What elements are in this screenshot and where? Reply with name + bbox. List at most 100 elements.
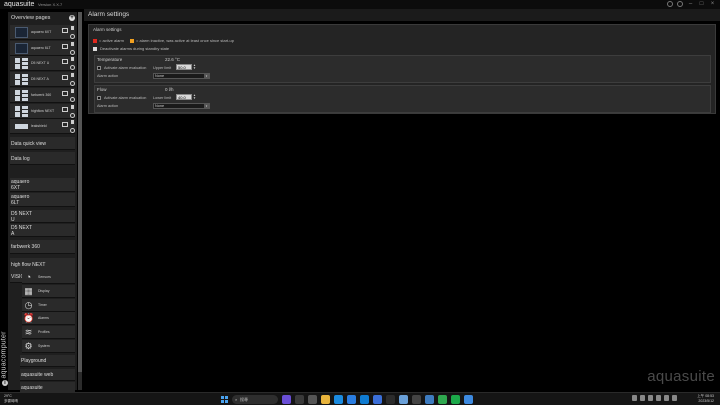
minimize-button[interactable]: – [687, 1, 694, 7]
gear-icon[interactable] [70, 128, 75, 134]
limit-input[interactable]: 40.0 [176, 94, 192, 100]
lock-icon[interactable] [71, 41, 74, 46]
help-icon[interactable] [667, 1, 673, 7]
gear-icon[interactable] [70, 34, 75, 39]
overview-page-item[interactable]: aquaero 6LT [10, 40, 75, 56]
line-icon[interactable] [451, 395, 460, 404]
activate-alarm-checkbox[interactable] [97, 96, 101, 100]
overview-pages-header[interactable]: Overview pages + [8, 12, 77, 24]
tool-item[interactable]: ≋ Profiles [22, 326, 75, 340]
overview-page-item[interactable]: D5 NEXT A [10, 72, 75, 88]
chat-icon[interactable] [308, 395, 317, 404]
lock-icon[interactable] [71, 120, 74, 125]
limit-stepper[interactable]: ▲ ▼ [193, 64, 196, 70]
sidebar-nav-item[interactable]: D5 NEXT A [10, 224, 75, 237]
lock-icon[interactable] [71, 104, 74, 109]
gear-icon[interactable] [70, 65, 75, 71]
section-current-value: 22.6 °C [165, 57, 181, 62]
tray-icon-5[interactable] [664, 395, 669, 401]
sidebar-nav-item[interactable]: aquaero 6XT [10, 178, 75, 192]
clock[interactable]: 上午 08:53 2023/5/12 [697, 394, 714, 404]
gear-icon[interactable] [70, 49, 75, 55]
alarm-action-select[interactable]: None ▾ [153, 103, 210, 109]
app-icon-6[interactable] [438, 395, 447, 404]
tray-icon-4[interactable] [656, 395, 661, 401]
sidebar-bottom-item[interactable]: Playground [20, 355, 75, 367]
lock-icon[interactable] [71, 26, 74, 30]
tray-icon-6[interactable] [672, 395, 677, 401]
activate-alarm-checkbox[interactable] [97, 66, 101, 70]
overview-page-label: aquaero 6XT [31, 30, 52, 34]
lock-icon[interactable] [71, 73, 74, 78]
alarm-legend: = active alarm = alarm inactive, was act… [93, 38, 240, 43]
brand-text: aquacomputer [0, 331, 8, 379]
tray-icon-1[interactable] [632, 395, 637, 401]
store-icon[interactable] [347, 395, 356, 404]
mail-icon[interactable] [360, 395, 369, 404]
file-explorer-icon[interactable] [321, 395, 330, 404]
info-icon[interactable]: i [2, 380, 8, 386]
monitor-icon[interactable] [62, 90, 68, 96]
monitor-icon[interactable] [62, 75, 68, 81]
widgets-icon[interactable] [295, 395, 304, 404]
overview-page-item[interactable]: leakshield [10, 119, 75, 135]
app-icon-4[interactable] [412, 395, 421, 404]
task-view-icon[interactable] [282, 395, 291, 404]
settings-icon[interactable] [677, 1, 683, 7]
tool-item[interactable]: ⏰ Alarms [22, 312, 75, 326]
sidebar-nav-item[interactable]: aquaero 6LT [10, 193, 75, 207]
limit-input[interactable]: 50.0 [176, 64, 192, 70]
tool-item[interactable]: ▦ Display [22, 284, 75, 298]
overview-page-item[interactable]: farbwerk 360 [10, 87, 75, 103]
tray-icon-3[interactable] [648, 395, 653, 401]
gear-icon: ⚙ [24, 341, 33, 351]
tool-item[interactable]: ⚙ System [22, 340, 75, 353]
monitor-icon[interactable] [62, 28, 68, 33]
weather-widget[interactable]: 29°C 多雲時晴 [4, 394, 18, 404]
legend-active-text: = active alarm [99, 38, 125, 43]
app-icon-7[interactable] [464, 395, 473, 404]
sidebar-bottom-item[interactable]: aquasuite web [20, 368, 75, 381]
taskbar-search[interactable]: ⌕ 搜尋 [232, 395, 278, 404]
app-icon-2[interactable] [386, 395, 395, 404]
sidebar-nav-item[interactable]: D5 NEXT U [10, 210, 75, 223]
deactivate-standby-checkbox[interactable] [93, 46, 97, 51]
maximize-button[interactable]: □ [698, 1, 705, 7]
start-button[interactable] [221, 396, 228, 403]
activate-alarm-option[interactable]: Activate alarm evaluation [97, 96, 146, 100]
sidebar-nav-item[interactable]: Data quick view [10, 137, 75, 150]
deactivate-standby-option[interactable]: Deactivate alarms during standby state [93, 46, 169, 51]
app-icon-5[interactable] [425, 395, 434, 404]
monitor-icon[interactable] [62, 106, 68, 112]
overview-page-item[interactable]: highflow NEXT [10, 103, 75, 119]
lock-icon[interactable] [71, 57, 74, 62]
tool-item[interactable]: ◷ Timer [22, 298, 75, 312]
activate-alarm-label: Activate alarm evaluation [104, 96, 147, 100]
monitor-icon[interactable] [62, 59, 68, 65]
section-title: Temperature [97, 57, 123, 62]
activate-alarm-option[interactable]: Activate alarm evaluation [97, 66, 146, 70]
limit-stepper[interactable]: ▲ ▼ [193, 94, 196, 100]
chevron-down-icon: ▾ [204, 104, 209, 109]
scrollbar-thumb[interactable] [78, 12, 82, 372]
sidebar-scrollbar[interactable] [78, 12, 82, 390]
app-icon-1[interactable] [373, 395, 382, 404]
gear-icon[interactable] [70, 96, 75, 102]
sidebar-nav-item[interactable]: Data log [10, 152, 75, 165]
overview-page-item[interactable]: D5 NEXT U [10, 56, 75, 72]
edge-icon[interactable] [334, 395, 343, 404]
close-button[interactable]: × [709, 1, 716, 7]
monitor-icon[interactable] [62, 122, 68, 128]
app-icon-3[interactable] [399, 395, 408, 404]
tool-item[interactable]: ◔ Sensors [22, 271, 75, 284]
monitor-icon[interactable] [62, 43, 68, 49]
tray-icon-2[interactable] [640, 395, 645, 401]
overview-page-item[interactable]: aquaero 6XT [10, 25, 75, 40]
add-page-icon[interactable]: + [69, 15, 75, 21]
lock-icon[interactable] [71, 88, 74, 93]
gear-icon[interactable] [70, 112, 75, 118]
alarm-settings-panel: Alarm settings = active alarm = alarm in… [88, 24, 716, 114]
alarm-action-select[interactable]: None ▾ [153, 73, 210, 79]
gear-icon[interactable] [70, 81, 75, 87]
sidebar-nav-item[interactable]: farbwerk 360 [10, 240, 75, 254]
